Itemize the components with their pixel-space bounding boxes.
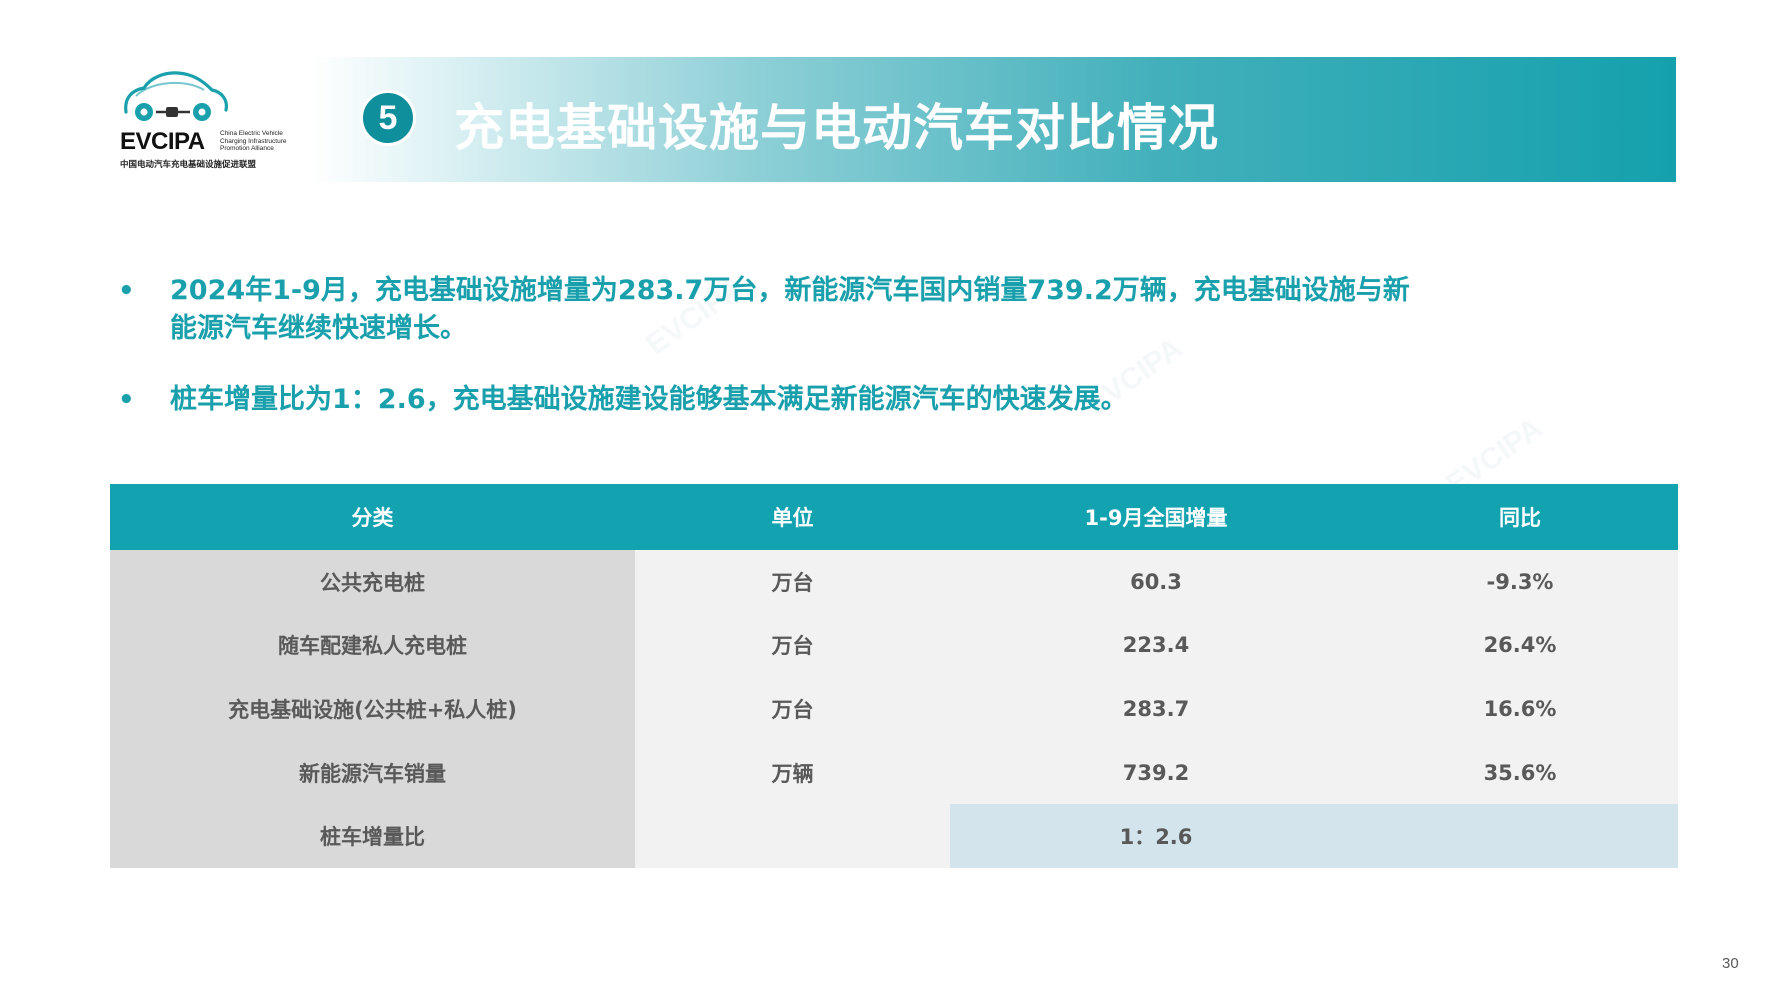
header-yoy: 同比: [1362, 484, 1678, 550]
bullet-item: • 桩车增量比为1：2.6，充电基础设施建设能够基本满足新能源汽车的快速发展。: [118, 381, 1488, 421]
row-label: 新能源汽车销量: [110, 740, 635, 805]
bullet-line: 能源汽车继续快速增长。: [170, 313, 467, 344]
car-plug-logo-icon: [124, 71, 228, 121]
table-row: 随车配建私人充电桩 万台 223.4 26.4%: [110, 613, 1678, 678]
logo-english-text: China Electric Vehicle Charging Infrastr…: [220, 130, 287, 152]
bullet-text: 桩车增量比为1：2.6，充电基础设施建设能够基本满足新能源汽车的快速发展。: [170, 381, 1610, 419]
row-yoy: 26.4%: [1362, 613, 1678, 678]
table-row-ratio: 桩车增量比 1：2.6: [110, 804, 1678, 868]
logo-chinese-text: 中国电动汽车充电基础设施促进联盟: [120, 160, 257, 170]
header-unit: 单位: [635, 484, 950, 550]
table-row: 新能源汽车销量 万辆 739.2 35.6%: [110, 740, 1678, 805]
page-title: 充电基础设施与电动汽车对比情况: [454, 99, 1219, 157]
row-increment: 60.3: [950, 550, 1362, 614]
row-unit: 万台: [635, 550, 950, 614]
ratio-value-text: 1：2.6: [1119, 825, 1193, 850]
row-yoy: 35.6%: [1362, 740, 1678, 805]
row-increment: 283.7: [950, 677, 1362, 741]
table-header-row: 分类 单位 1-9月全国增量 同比: [110, 484, 1678, 550]
bullet-text: 2024年1-9月，充电基础设施增量为283.7万台，新能源汽车国内销量739.…: [170, 272, 1610, 348]
header-increment: 1-9月全国增量: [950, 484, 1362, 550]
bullet-item: • 2024年1-9月，充电基础设施增量为283.7万台，新能源汽车国内销量73…: [118, 272, 1488, 352]
bullet-line: 桩车增量比为1：2.6，充电基础设施建设能够基本满足新能源汽车的快速发展。: [170, 384, 1128, 415]
ratio-value: 1：2.6: [950, 804, 1678, 868]
logo-brand-text: EVCIPA: [120, 128, 205, 155]
table-row: 公共充电桩 万台 60.3 -9.3%: [110, 550, 1678, 614]
row-yoy: 16.6%: [1362, 677, 1678, 741]
header-category: 分类: [110, 484, 635, 550]
ratio-unit: [635, 804, 950, 868]
section-number-badge: 5: [360, 90, 416, 146]
table-row: 充电基础设施(公共桩+私人桩) 万台 283.7 16.6%: [110, 677, 1678, 741]
row-increment: 739.2: [950, 740, 1362, 805]
ratio-label: 桩车增量比: [110, 804, 635, 868]
row-yoy: -9.3%: [1362, 550, 1678, 614]
row-unit: 万辆: [635, 740, 950, 805]
row-label: 充电基础设施(公共桩+私人桩): [110, 677, 635, 741]
row-unit: 万台: [635, 613, 950, 678]
row-increment: 223.4: [950, 613, 1362, 678]
row-label: 随车配建私人充电桩: [110, 613, 635, 678]
bullet-dot: •: [118, 276, 135, 306]
row-unit: 万台: [635, 677, 950, 741]
bullet-dot: •: [118, 385, 135, 415]
evcipa-logo: EVCIPA China Electric Vehicle Charging I…: [118, 68, 288, 172]
page-number: 30: [1722, 955, 1739, 972]
bullet-line: 2024年1-9月，充电基础设施增量为283.7万台，新能源汽车国内销量739.…: [170, 275, 1410, 306]
comparison-table: 分类 单位 1-9月全国增量 同比 公共充电桩 万台 60.3 -9.3% 随车…: [110, 484, 1678, 868]
row-label: 公共充电桩: [110, 550, 635, 614]
